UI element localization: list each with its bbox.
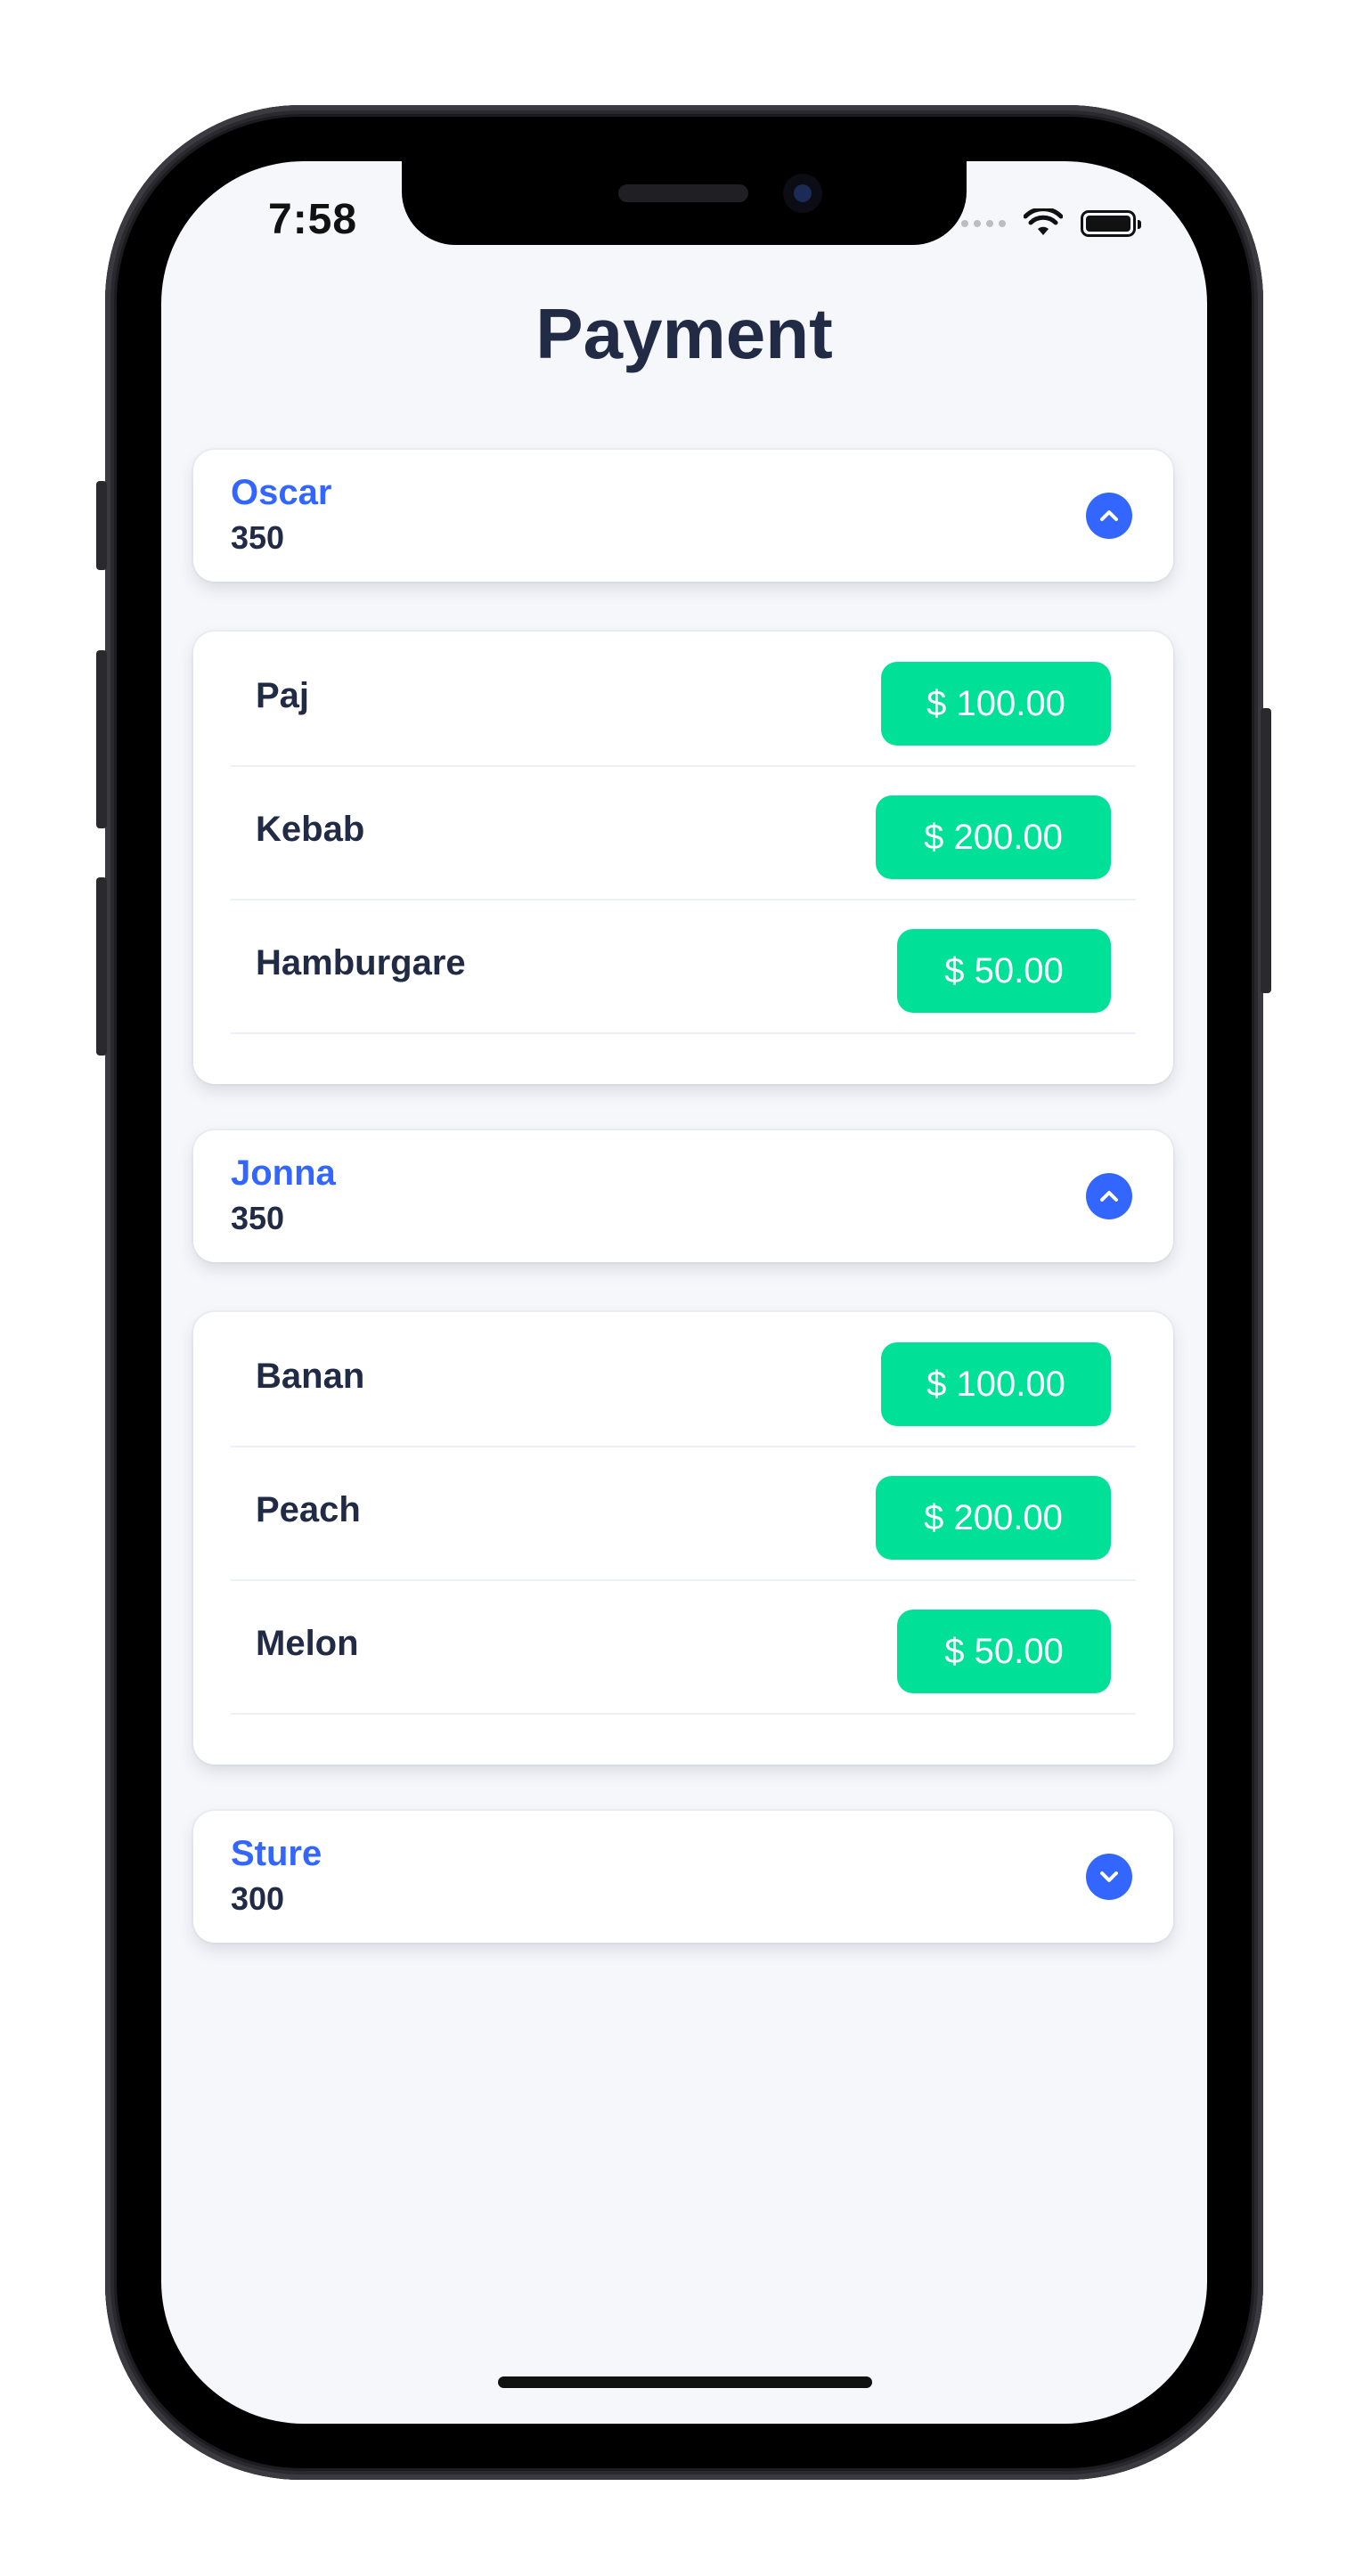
list-item: Paj $ 100.00: [231, 632, 1136, 767]
person-card-header[interactable]: Sture 300: [193, 1811, 1173, 1943]
device-side-button: [1261, 708, 1271, 993]
item-name: Paj: [256, 676, 310, 715]
person-total: 350: [231, 519, 285, 556]
device-side-button: [96, 650, 107, 828]
signal-icon: [961, 220, 1006, 227]
price-button[interactable]: $ 50.00: [897, 929, 1111, 1013]
person-name: Jonna: [231, 1153, 336, 1193]
page-title: Payment: [535, 294, 833, 373]
list-item: Hamburgare $ 50.00: [231, 899, 1136, 1034]
list-item: Peach $ 200.00: [231, 1446, 1136, 1581]
list-item: Kebab $ 200.00: [231, 765, 1136, 901]
list-item: Melon $ 50.00: [231, 1579, 1136, 1715]
price-button[interactable]: $ 50.00: [897, 1610, 1111, 1693]
item-name: Peach: [256, 1490, 361, 1529]
item-name: Melon: [256, 1624, 359, 1663]
person-total: 300: [231, 1880, 285, 1917]
item-name: Banan: [256, 1357, 365, 1396]
wifi-icon: [1024, 208, 1063, 235]
status-time: 7:58: [268, 196, 358, 243]
app-screen: 7:58 Payment Oscar 350 Paj $ 100.00 Keba…: [161, 161, 1207, 2424]
person-card-header[interactable]: Oscar 350: [193, 450, 1173, 582]
chevron-up-icon[interactable]: [1086, 493, 1132, 539]
device-side-button: [96, 481, 107, 570]
person-name: Sture: [231, 1834, 322, 1873]
person-card-header[interactable]: Jonna 350: [193, 1130, 1173, 1262]
item-name: Kebab: [256, 810, 365, 849]
chevron-up-icon[interactable]: [1086, 1173, 1132, 1219]
price-button[interactable]: $ 200.00: [876, 795, 1111, 879]
speaker-grille: [618, 184, 748, 202]
items-card: Banan $ 100.00 Peach $ 200.00 Melon $ 50…: [193, 1312, 1173, 1765]
status-indicators: [961, 206, 1141, 241]
items-card: Paj $ 100.00 Kebab $ 200.00 Hamburgare $…: [193, 632, 1173, 1084]
list-item: Banan $ 100.00: [231, 1312, 1136, 1447]
price-button[interactable]: $ 100.00: [881, 1342, 1111, 1426]
price-button[interactable]: $ 200.00: [876, 1476, 1111, 1560]
battery-icon: [1081, 210, 1141, 237]
notch: [402, 161, 967, 245]
device-side-button: [96, 877, 107, 1056]
front-camera: [783, 174, 822, 213]
chevron-down-icon[interactable]: [1086, 1854, 1132, 1900]
person-total: 350: [231, 1200, 285, 1236]
item-name: Hamburgare: [256, 943, 466, 982]
home-indicator[interactable]: [498, 2376, 872, 2388]
price-button[interactable]: $ 100.00: [881, 662, 1111, 746]
person-name: Oscar: [231, 473, 332, 512]
